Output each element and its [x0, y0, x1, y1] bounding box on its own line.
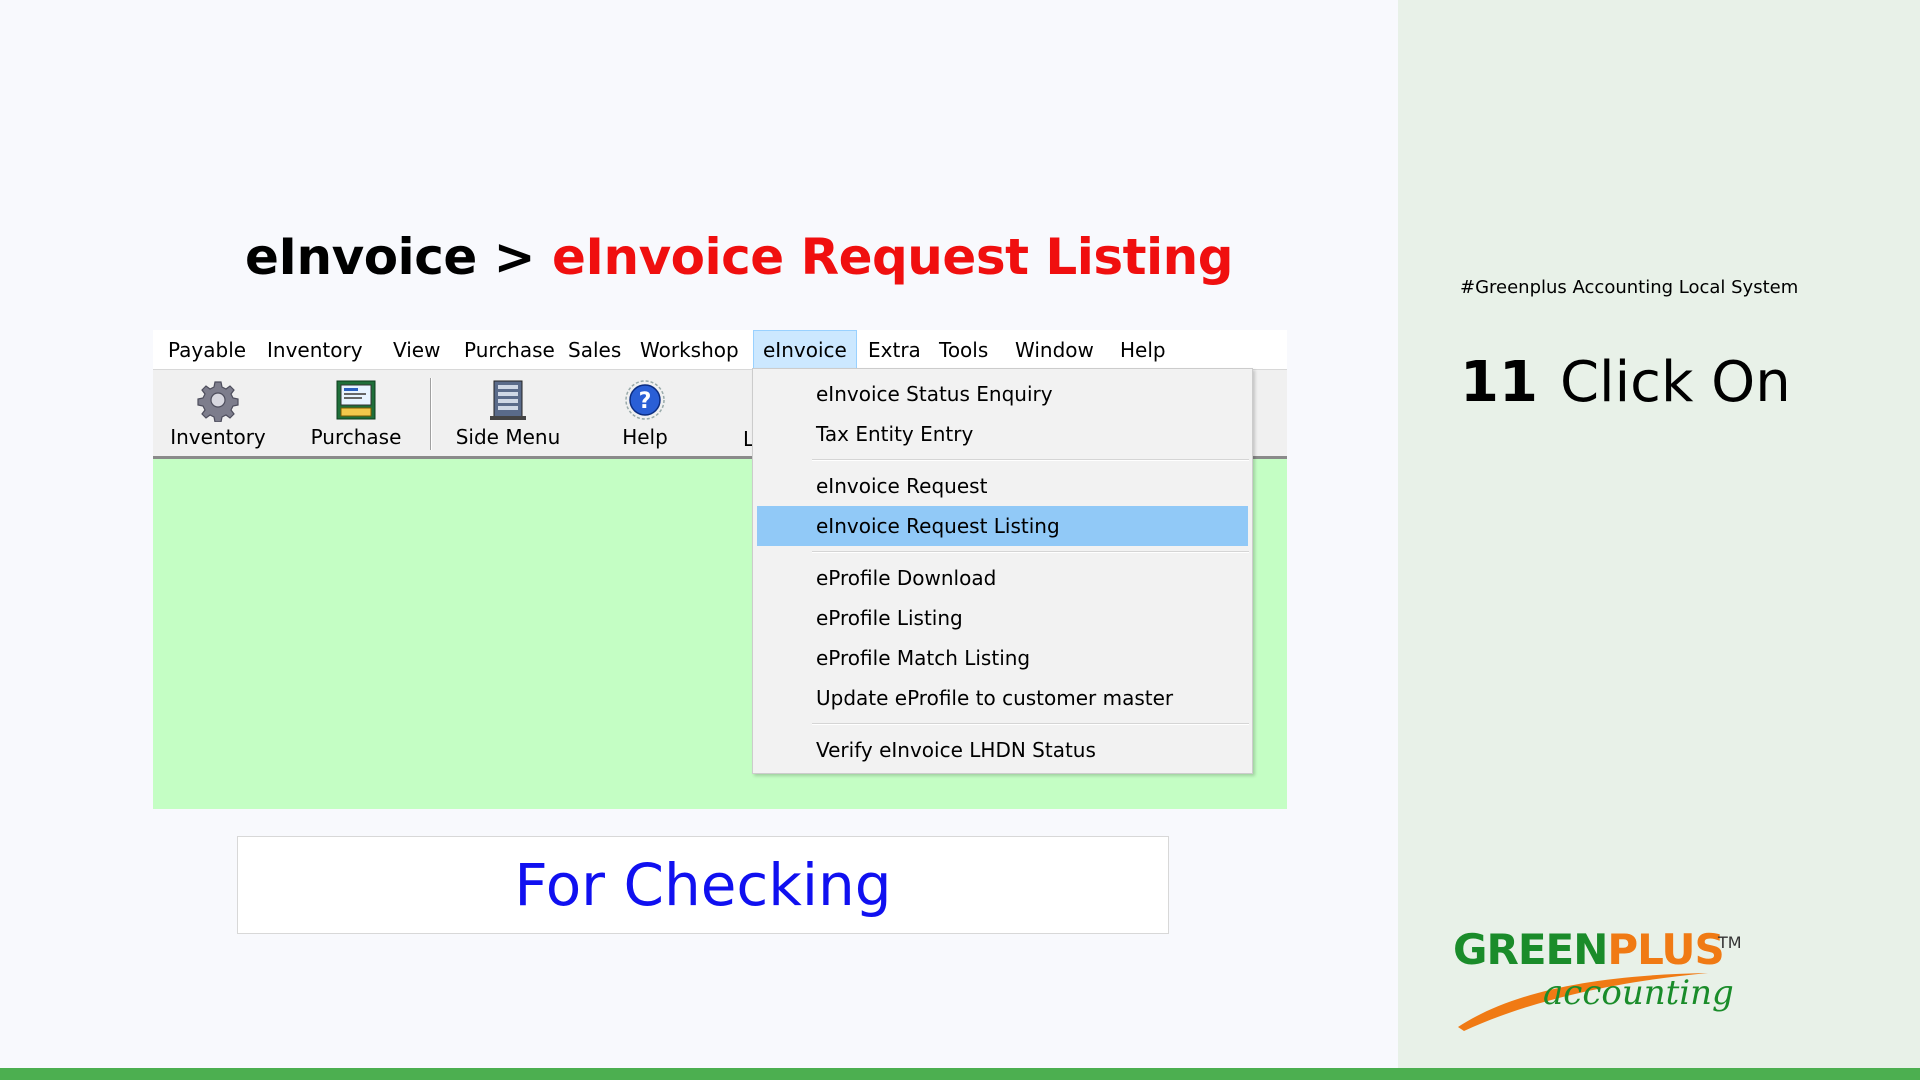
menu-einvoice[interactable]: eInvoice: [753, 330, 857, 369]
gear-icon: [197, 381, 239, 422]
menu-view[interactable]: View: [384, 330, 449, 369]
menu-item-einvoice-request[interactable]: eInvoice Request: [757, 466, 1248, 506]
toolbar-purchase-button[interactable]: Purchase: [301, 378, 411, 453]
menu-item-verify-einvoice-lhdn-status[interactable]: Verify eInvoice LHDN Status: [757, 730, 1248, 770]
logo-trademark: TM: [1718, 933, 1742, 952]
menu-item-eprofile-match-listing[interactable]: eProfile Match Listing: [757, 638, 1248, 678]
toolbar-side-menu-label: Side Menu: [455, 425, 561, 449]
menu-tools[interactable]: Tools: [930, 330, 997, 369]
menu-help[interactable]: Help: [1111, 330, 1175, 369]
menu-separator: [812, 459, 1249, 461]
einvoice-dropdown-menu: eInvoice Status Enquiry Tax Entity Entry…: [752, 368, 1253, 774]
menu-extra[interactable]: Extra: [859, 330, 930, 369]
bottom-accent-bar: [0, 1068, 1920, 1080]
title-highlight: eInvoice Request Listing: [551, 228, 1234, 286]
title-prefix: eInvoice >: [245, 228, 552, 286]
right-panel: [1398, 0, 1920, 1068]
svg-text:?: ?: [639, 389, 652, 414]
menu-purchase[interactable]: Purchase: [455, 330, 564, 369]
step-instruction: 11 Click On: [1460, 350, 1791, 415]
menu-item-tax-entity-entry[interactable]: Tax Entity Entry: [757, 414, 1248, 454]
side-menu-icon: [490, 380, 526, 420]
menu-item-eprofile-download[interactable]: eProfile Download: [757, 558, 1248, 598]
menu-bar: Payable Inventory View Purchase Sales Wo…: [153, 330, 1287, 369]
toolbar-help-label: Help: [622, 425, 668, 449]
menu-separator: [812, 551, 1249, 553]
menu-item-eprofile-listing[interactable]: eProfile Listing: [757, 598, 1248, 638]
toolbar-purchase-label: Purchase: [310, 425, 402, 449]
menu-item-einvoice-request-listing[interactable]: eInvoice Request Listing: [757, 506, 1248, 546]
hashtag-label: #Greenplus Accounting Local System: [1460, 277, 1799, 298]
step-number: 11: [1460, 350, 1538, 415]
menu-payable[interactable]: Payable: [159, 330, 255, 369]
toolbar-inventory-button[interactable]: Inventory: [163, 378, 273, 453]
menu-separator: [812, 723, 1249, 725]
for-checking-box: For Checking: [237, 836, 1169, 934]
toolbar-inventory-label: Inventory: [170, 425, 266, 449]
menu-window[interactable]: Window: [1006, 330, 1103, 369]
help-icon: ?: [625, 380, 665, 420]
step-text: Click On: [1559, 350, 1791, 415]
slide-title: eInvoice > eInvoice Request Listing: [245, 228, 1234, 286]
menu-sales[interactable]: Sales: [559, 330, 630, 369]
purchase-icon: [336, 380, 376, 420]
menu-item-einvoice-status-enquiry[interactable]: eInvoice Status Enquiry: [757, 374, 1248, 414]
toolbar-help-button[interactable]: ? Help: [590, 378, 700, 453]
for-checking-label: For Checking: [514, 851, 892, 919]
greenplus-logo: GREENPLUS TM accounting: [1450, 925, 1750, 1031]
logo-accounting-text: accounting: [1543, 973, 1734, 1013]
toolbar-separator: [430, 378, 432, 450]
menu-inventory[interactable]: Inventory: [258, 330, 372, 369]
menu-workshop[interactable]: Workshop: [631, 330, 748, 369]
menu-item-update-eprofile[interactable]: Update eProfile to customer master: [757, 678, 1248, 718]
toolbar-side-menu-button[interactable]: Side Menu: [453, 378, 563, 453]
